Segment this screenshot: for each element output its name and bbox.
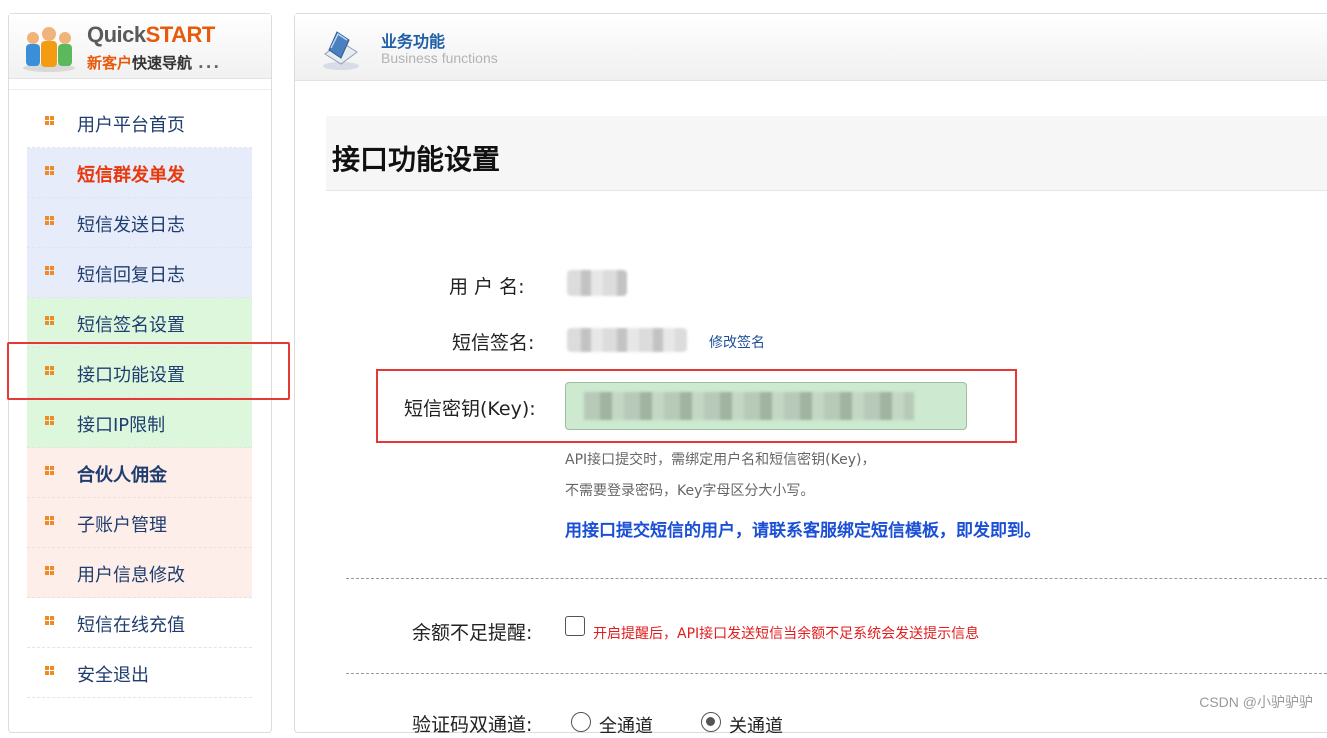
sidebar-highlight-box bbox=[7, 342, 290, 400]
bullet-icon bbox=[45, 266, 54, 275]
key-highlight-box bbox=[376, 369, 1017, 443]
sidebar-item-label: 用户信息修改 bbox=[77, 565, 185, 586]
sidebar-item-reply-log[interactable]: 短信回复日志 bbox=[27, 248, 252, 298]
main-header: 业务功能 Business functions bbox=[295, 14, 1327, 81]
quickstart-header: QuickSTART 新客户快速导航... bbox=[9, 14, 271, 79]
bullet-icon bbox=[45, 616, 54, 625]
page-title-bar: 接口功能设置 bbox=[326, 116, 1327, 191]
balance-alert-checkbox[interactable] bbox=[565, 616, 585, 636]
signature-value-redacted bbox=[567, 328, 687, 352]
channel-off-radio[interactable] bbox=[701, 712, 721, 732]
sidebar-item-label: 短信签名设置 bbox=[77, 315, 185, 336]
sidebar-item-partner[interactable]: 合伙人佣金 bbox=[27, 448, 252, 498]
book-icon bbox=[323, 31, 359, 70]
watermark: CSDN @小驴驴驴 bbox=[1199, 694, 1313, 710]
quickstart-subtitle: 新客户快速导航... bbox=[87, 54, 222, 72]
sidebar-item-label: 安全退出 bbox=[77, 665, 149, 686]
sidebar-item-label: 接口IP限制 bbox=[77, 415, 166, 436]
bullet-icon bbox=[45, 466, 54, 475]
sidebar-item-signature[interactable]: 短信签名设置 bbox=[27, 298, 252, 348]
hint-line-1: API接口提交时，需绑定用户名和短信密钥(Key)， bbox=[565, 452, 876, 468]
username-label: 用 户 名: bbox=[449, 276, 525, 298]
bullet-icon bbox=[45, 216, 54, 225]
balance-alert-description: 开启提醒后，API接口发送短信当余额不足系统会发送提示信息 bbox=[593, 626, 980, 642]
sidebar-item-label: 短信发送日志 bbox=[77, 215, 185, 236]
sidebar-item-send-log[interactable]: 短信发送日志 bbox=[27, 198, 252, 248]
sidebar-item-subaccounts[interactable]: 子账户管理 bbox=[27, 498, 252, 548]
sidebar-item-label: 短信群发单发 bbox=[77, 165, 185, 186]
sidebar-item-home[interactable]: 用户平台首页 bbox=[27, 98, 252, 148]
bullet-icon bbox=[45, 516, 54, 525]
header-title: 业务功能 bbox=[381, 32, 446, 51]
bullet-icon bbox=[45, 116, 54, 125]
bullet-icon bbox=[45, 316, 54, 325]
sidebar-item-label: 短信在线充值 bbox=[77, 615, 185, 636]
sidebar-item-user-info[interactable]: 用户信息修改 bbox=[27, 548, 252, 598]
sidebar-item-label: 子账户管理 bbox=[77, 515, 167, 536]
quickstart-title: QuickSTART bbox=[87, 22, 215, 47]
sidebar-item-label: 合伙人佣金 bbox=[77, 465, 167, 486]
divider bbox=[346, 578, 1327, 579]
hint-line-2: 不需要登录密码，Key字母区分大小写。 bbox=[565, 483, 815, 499]
sidebar-item-logout[interactable]: 安全退出 bbox=[27, 648, 252, 698]
sidebar-divider bbox=[9, 79, 271, 90]
channel-label: 验证码双通道: bbox=[412, 714, 533, 736]
sidebar-item-sms-send[interactable]: 短信群发单发 bbox=[27, 148, 252, 198]
edit-signature-link[interactable]: 修改签名 bbox=[709, 332, 765, 352]
channel-off-label: 关通道 bbox=[729, 716, 783, 737]
sidebar-item-label: 用户平台首页 bbox=[77, 115, 185, 136]
channel-on-label: 全通道 bbox=[599, 716, 653, 737]
page-title: 接口功能设置 bbox=[332, 143, 501, 176]
sidebar-item-ip-limit[interactable]: 接口IP限制 bbox=[27, 398, 252, 448]
people-group-icon bbox=[23, 27, 75, 72]
bullet-icon bbox=[45, 166, 54, 175]
bullet-icon bbox=[45, 566, 54, 575]
sidebar-item-label: 短信回复日志 bbox=[77, 265, 185, 286]
signature-label: 短信签名: bbox=[452, 332, 535, 354]
balance-alert-label: 余额不足提醒: bbox=[412, 622, 533, 644]
channel-on-radio[interactable] bbox=[571, 712, 591, 732]
header-subtitle: Business functions bbox=[381, 50, 498, 66]
sidebar-item-recharge[interactable]: 短信在线充值 bbox=[27, 598, 252, 648]
username-value-redacted bbox=[567, 270, 627, 296]
divider bbox=[346, 673, 1327, 674]
template-notice: 用接口提交短信的用户，请联系客服绑定短信模板，即发即到。 bbox=[565, 521, 1041, 541]
bullet-icon bbox=[45, 666, 54, 675]
bullet-icon bbox=[45, 416, 54, 425]
